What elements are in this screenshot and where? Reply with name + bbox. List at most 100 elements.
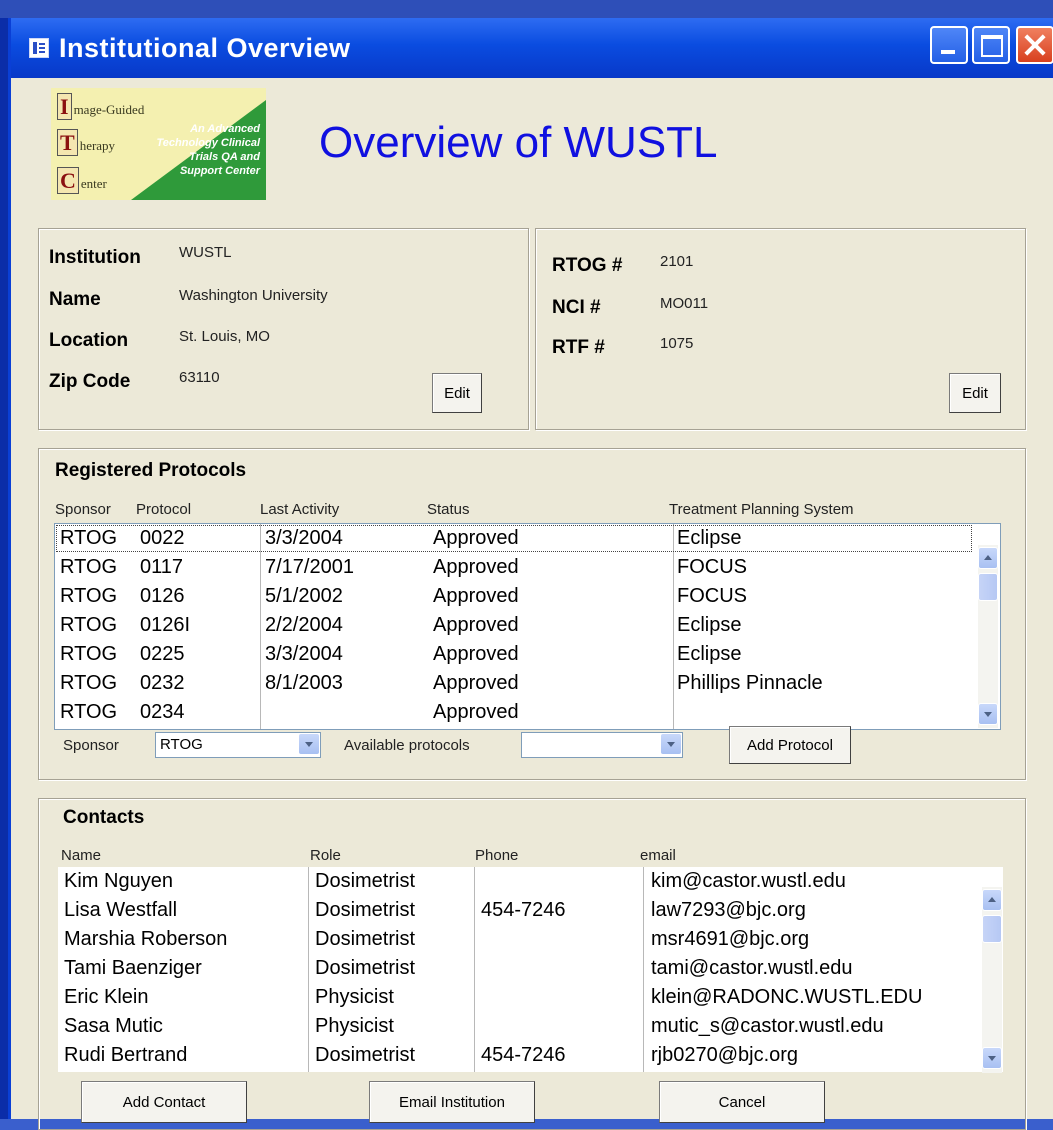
- contact-row[interactable]: Eric Klein Physicist klein@RADONC.WUSTL.ED…: [58, 983, 978, 1012]
- protocol-number: 0022: [140, 527, 185, 549]
- zip-label: Zip Code: [49, 371, 131, 392]
- protocol-row[interactable]: RTOG 0117 7/17/2001 Approved FOCUS: [55, 553, 973, 582]
- contact-name: Kim Nguyen: [64, 870, 173, 892]
- protocol-number: 0126: [140, 585, 185, 607]
- protocols-title: Registered Protocols: [55, 460, 247, 481]
- protocols-scroll-up[interactable]: [978, 547, 998, 569]
- contact-row[interactable]: Rudi Bertrand Dosimetrist 454-7246 rjb0270@…: [58, 1041, 978, 1070]
- contact-role: Physicist: [315, 986, 394, 1008]
- protocol-tps: Eclipse: [677, 614, 742, 636]
- add-contact-button[interactable]: Add Contact: [81, 1081, 247, 1123]
- protocol-number: 0234: [140, 701, 185, 723]
- contact-role: Dosimetrist: [315, 1044, 416, 1066]
- col-sponsor: Sponsor: [55, 501, 111, 518]
- sponsor-label: Sponsor: [63, 737, 119, 754]
- protocol-status: Approved: [433, 643, 519, 665]
- contact-role: Dosimetrist: [315, 870, 416, 892]
- protocol-row[interactable]: RTOG 0234 Approved: [55, 698, 973, 727]
- protocol-number: 0126I: [140, 614, 191, 636]
- protocol-last-activity: 5/1/2002: [265, 585, 343, 607]
- contacts-scroll-down[interactable]: [982, 1047, 1002, 1069]
- page-title: Overview of WUSTL: [319, 118, 718, 167]
- protocol-row[interactable]: RTOG 0126I 2/2/2004 Approved Eclipse: [55, 611, 973, 640]
- col-email: email: [640, 847, 676, 864]
- contacts-scroll-up[interactable]: [982, 889, 1002, 911]
- institution-edit-button[interactable]: Edit: [432, 373, 482, 413]
- protocol-sponsor: RTOG: [60, 585, 118, 607]
- registered-protocols-panel: Registered Protocols Sponsor Protocol La…: [38, 448, 1026, 780]
- contact-phone: 454-7246: [481, 899, 566, 921]
- institution-label: Institution: [49, 247, 141, 268]
- protocol-row[interactable]: RTOG 0022 3/3/2004 Approved Eclipse: [55, 524, 973, 553]
- protocol-number: 0232: [140, 672, 185, 694]
- contact-email: law7293@bjc.org: [651, 899, 806, 921]
- contact-name: Marshia Roberson: [64, 928, 228, 950]
- institution-value: WUSTL: [179, 244, 232, 261]
- protocol-number: 0225: [140, 643, 185, 665]
- add-protocol-button[interactable]: Add Protocol: [729, 726, 851, 764]
- available-protocols-label: Available protocols: [344, 737, 470, 754]
- col-phone: Phone: [475, 847, 519, 864]
- contact-email: tami@castor.wustl.edu: [651, 957, 853, 979]
- contacts-panel: Contacts Name Role Phone email Kim Nguye…: [38, 798, 1026, 1130]
- rtog-label: RTOG #: [552, 255, 623, 276]
- protocol-tps: FOCUS: [677, 585, 747, 607]
- institutional-overview-window: Institutional Overview Image-Guided Ther…: [8, 18, 1053, 1130]
- protocol-sponsor: RTOG: [60, 527, 118, 549]
- cancel-button[interactable]: Cancel: [659, 1081, 825, 1123]
- contact-name: Eric Klein: [64, 986, 149, 1008]
- protocol-tps: Eclipse: [677, 643, 742, 665]
- protocol-sponsor: RTOG: [60, 643, 118, 665]
- protocol-row[interactable]: RTOG 0232 8/1/2003 Approved Phillips Pinnacl…: [55, 669, 973, 698]
- contact-email: rjb0270@bjc.org: [651, 1044, 799, 1066]
- protocol-status: Approved: [433, 556, 519, 578]
- contact-role: Dosimetrist: [315, 899, 416, 921]
- protocol-status: Approved: [433, 527, 519, 549]
- protocol-last-activity: 8/1/2003: [265, 672, 343, 694]
- contacts-list[interactable]: Kim Nguyen Dosimetrist kim@castor.wustl.ed…: [58, 867, 1003, 1072]
- chevron-down-icon[interactable]: [299, 734, 319, 754]
- close-button[interactable]: [1016, 26, 1053, 64]
- ids-edit-button[interactable]: Edit: [949, 373, 1001, 413]
- ids-panel: RTOG # 2101 NCI # MO011 RTF # 1075 Edit: [535, 228, 1026, 430]
- name-label: Name: [49, 289, 101, 310]
- contact-role: Dosimetrist: [315, 928, 416, 950]
- chevron-down-icon[interactable]: [661, 734, 681, 754]
- minimize-button[interactable]: [930, 26, 968, 64]
- logo-tagline: An Advanced Technology Clinical Trials Q…: [156, 123, 261, 177]
- contact-role: Physicist: [315, 1015, 394, 1037]
- protocol-status: Approved: [433, 672, 519, 694]
- sponsor-select[interactable]: RTOG: [155, 732, 321, 758]
- protocols-scroll-down[interactable]: [978, 703, 998, 725]
- available-protocols-select[interactable]: [521, 732, 683, 758]
- maximize-button[interactable]: [972, 26, 1010, 64]
- contact-email: msr4691@bjc.org: [651, 928, 810, 950]
- contact-row[interactable]: Sasa Mutic Physicist mutic_s@castor.wustl.…: [58, 1012, 978, 1041]
- title-bar[interactable]: Institutional Overview: [11, 18, 1053, 78]
- protocol-tps: FOCUS: [677, 556, 747, 578]
- protocols-list[interactable]: RTOG 0022 3/3/2004 Approved Eclipse RTOG 0117 7…: [54, 523, 1001, 730]
- desktop-edge: [0, 18, 8, 1119]
- protocol-sponsor: RTOG: [60, 556, 118, 578]
- protocol-tps: Eclipse: [677, 527, 742, 549]
- location-label: Location: [49, 330, 129, 351]
- protocol-row[interactable]: RTOG 0126 5/1/2002 Approved FOCUS: [55, 582, 973, 611]
- col-tps: Treatment Planning System: [669, 501, 854, 518]
- nci-value: MO011: [660, 295, 709, 312]
- col-protocol: Protocol: [136, 501, 192, 518]
- protocols-scroll-thumb[interactable]: [978, 573, 998, 601]
- contact-email: mutic_s@castor.wustl.edu: [651, 1015, 884, 1037]
- contacts-scroll-thumb[interactable]: [982, 915, 1002, 943]
- window-app-icon: [29, 38, 49, 58]
- contact-email: kim@castor.wustl.edu: [651, 870, 846, 892]
- protocol-row[interactable]: RTOG 0225 3/3/2004 Approved Eclipse: [55, 640, 973, 669]
- protocols-scrollbar[interactable]: [978, 545, 998, 728]
- email-institution-button[interactable]: Email Institution: [369, 1081, 535, 1123]
- contact-row[interactable]: Lisa Westfall Dosimetrist 454-7246 law7293@…: [58, 896, 978, 925]
- contacts-scrollbar[interactable]: [982, 887, 1002, 1073]
- contact-row[interactable]: Tami Baenziger Dosimetrist tami@castor.wus…: [58, 954, 978, 983]
- contact-row[interactable]: Marshia Roberson Dosimetrist msr4691@bjc.o…: [58, 925, 978, 954]
- protocol-sponsor: RTOG: [60, 614, 118, 636]
- contact-row[interactable]: Kim Nguyen Dosimetrist kim@castor.wustl.ed…: [58, 867, 978, 896]
- protocol-tps: Phillips Pinnacle: [677, 672, 823, 694]
